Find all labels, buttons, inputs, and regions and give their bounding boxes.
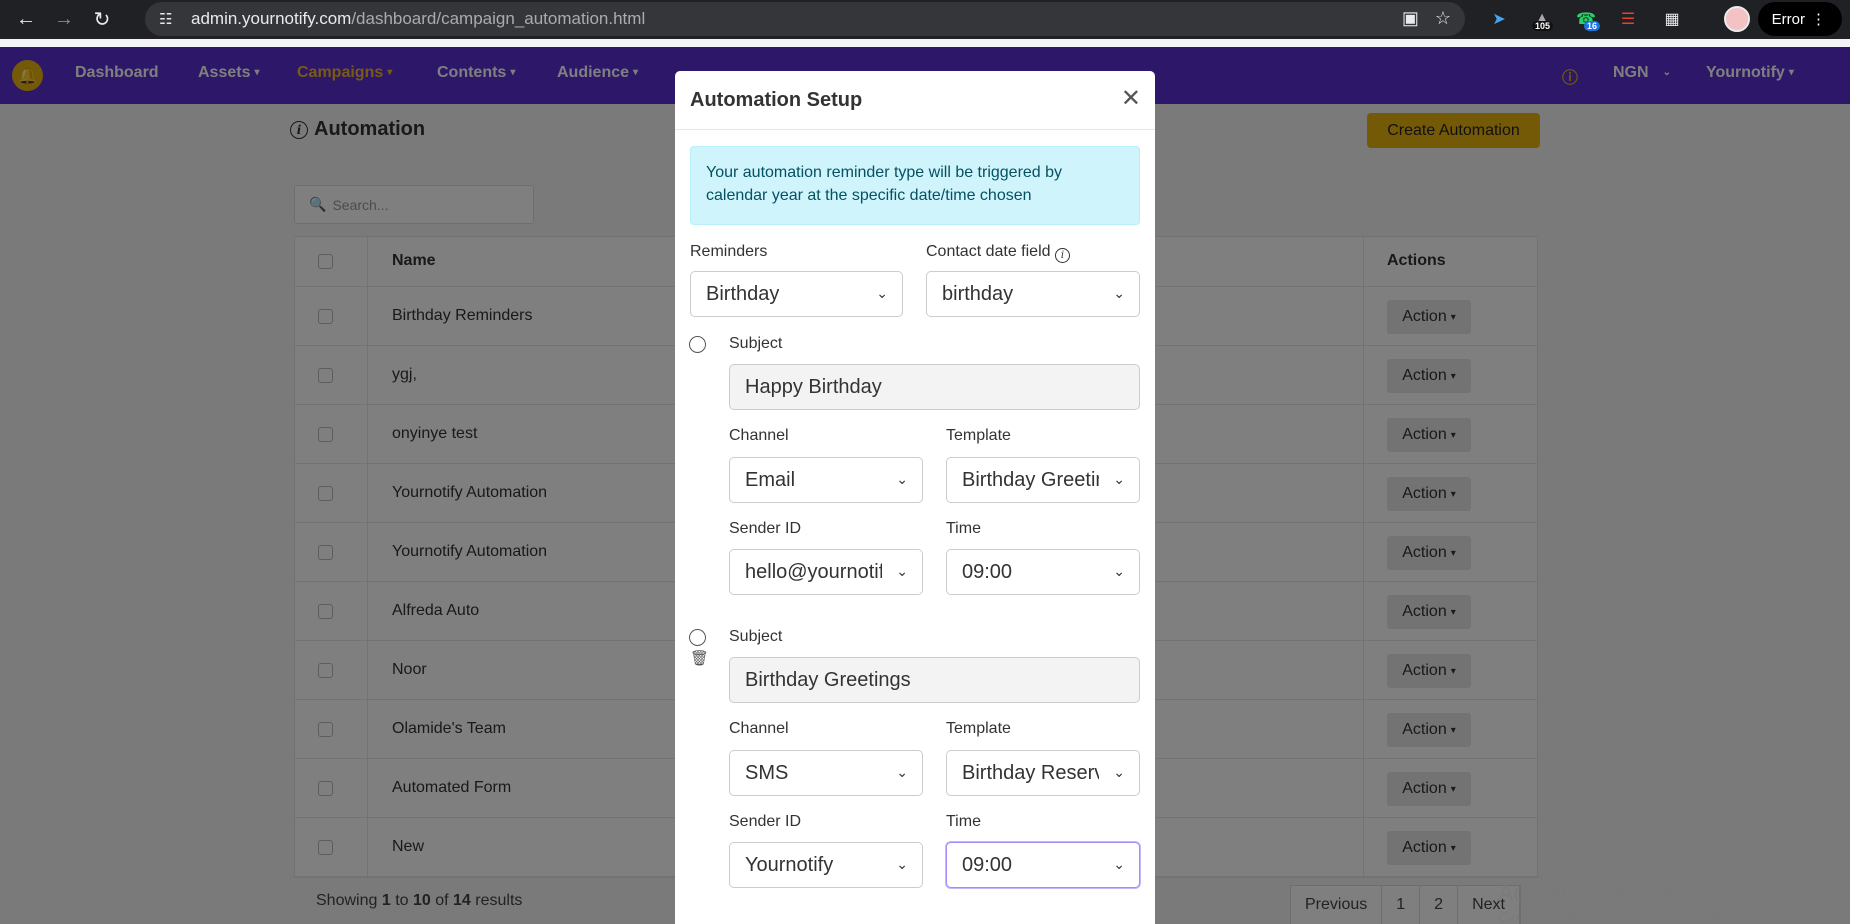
sender-id-label: Sender ID <box>729 520 802 537</box>
browser-toolbar: ← → ↻ ☷ admin.yournotify.com/dashboard/c… <box>0 0 1850 39</box>
address-bar[interactable]: ☷ admin.yournotify.com/dashboard/campaig… <box>145 2 1465 36</box>
chevron-down-icon: ⌄ <box>876 285 888 301</box>
modal-title: Automation Setup <box>690 88 863 111</box>
extension-counter-icon[interactable]: ▲ 105 <box>1530 7 1554 31</box>
reload-icon[interactable]: ↻ <box>90 8 114 32</box>
forward-icon[interactable]: → <box>52 8 76 32</box>
chevron-down-icon: ⌄ <box>1113 285 1125 301</box>
todoist-icon[interactable]: ☰ <box>1616 7 1640 31</box>
profile-avatar[interactable] <box>1724 6 1750 32</box>
sender-id-select[interactable]: hello@yournotify.com⌄ <box>729 549 923 595</box>
reminders-label: Reminders <box>690 243 768 260</box>
subject-input[interactable]: Happy Birthday <box>729 364 1140 410</box>
extensions-puzzle-icon[interactable]: ▦ <box>1660 7 1684 31</box>
install-app-icon[interactable]: ▣ <box>1402 8 1419 29</box>
subject-label: Subject <box>729 335 783 352</box>
contact-date-field-select[interactable]: birthday ⌄ <box>926 271 1140 317</box>
channel-label: Channel <box>729 720 789 737</box>
extension-bird-icon[interactable]: ➤ <box>1487 7 1511 31</box>
chevron-down-icon: ⌄ <box>1113 856 1125 872</box>
time-label: Time <box>946 520 981 537</box>
channel-label: Channel <box>729 427 789 444</box>
channel-select[interactable]: Email ⌄ <box>729 457 923 503</box>
template-label: Template <box>946 720 1011 737</box>
reminder-radio[interactable] <box>689 629 706 646</box>
chevron-down-icon: ⌄ <box>896 764 908 780</box>
info-alert: Your automation reminder type will be tr… <box>690 146 1140 225</box>
chevron-down-icon: ⌄ <box>896 471 908 487</box>
whatsapp-icon[interactable]: ☎ 16 <box>1574 7 1601 31</box>
chevron-down-icon: ⌄ <box>896 563 908 579</box>
template-select[interactable]: Birthday Greetings⌄ <box>946 457 1140 503</box>
windows-activation-subtext: Go to Settings to activate Windows. <box>1498 910 1751 924</box>
sender-id-label: Sender ID <box>729 813 802 830</box>
time-label: Time <box>946 813 981 830</box>
chevron-down-icon: ⌄ <box>1113 563 1125 579</box>
bookmark-star-icon[interactable]: ☆ <box>1435 8 1451 29</box>
template-select[interactable]: Birthday Reservation⌄ <box>946 750 1140 796</box>
reminders-select[interactable]: Birthday ⌄ <box>690 271 903 317</box>
back-icon[interactable]: ← <box>14 8 38 32</box>
sender-id-select[interactable]: Yournotify ⌄ <box>729 842 923 888</box>
chevron-down-icon: ⌄ <box>1113 471 1125 487</box>
windows-activation-watermark: Activate Windows <box>1498 880 1680 906</box>
chevron-down-icon: ⌄ <box>896 856 908 872</box>
profile-error-button[interactable]: Error ⋮ <box>1757 2 1842 36</box>
subject-input[interactable]: Birthday Greetings <box>729 657 1140 703</box>
site-settings-icon[interactable]: ☷ <box>159 10 177 28</box>
automation-setup-modal: Automation Setup ✕ Your automation remin… <box>675 71 1155 924</box>
modal-header: Automation Setup <box>675 71 1155 130</box>
channel-select[interactable]: SMS ⌄ <box>729 750 923 796</box>
info-icon: i <box>1054 248 1070 263</box>
chevron-down-icon: ⌄ <box>1113 764 1125 780</box>
url-text: admin.yournotify.com/dashboard/campaign_… <box>191 9 646 28</box>
trash-icon[interactable]: 🗑 <box>690 649 709 667</box>
close-icon[interactable]: ✕ <box>1121 87 1141 111</box>
template-label: Template <box>946 427 1011 444</box>
time-select[interactable]: 09:00 ⌄ <box>946 549 1140 595</box>
subject-label: Subject <box>729 628 783 645</box>
reminder-radio[interactable] <box>689 336 706 353</box>
time-select[interactable]: 09:00 ⌄ <box>946 842 1140 888</box>
contact-date-field-label: Contact date field i <box>926 243 1070 263</box>
